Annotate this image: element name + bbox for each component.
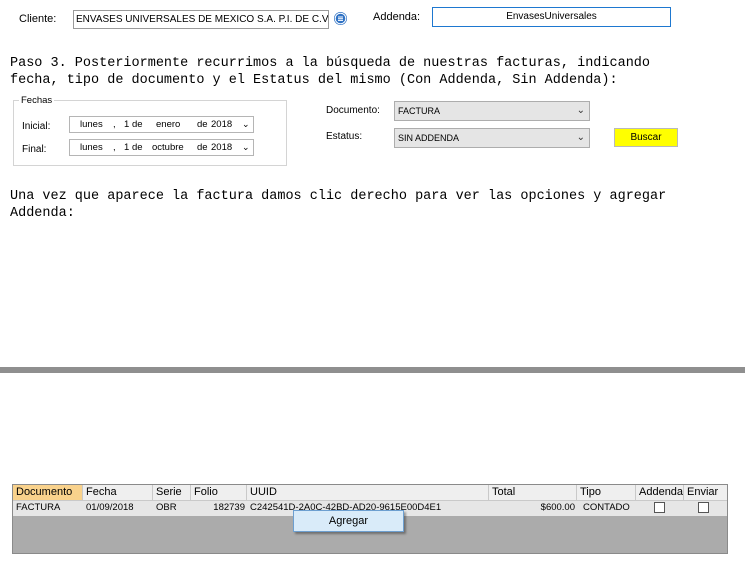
enviar-checkbox[interactable] [698, 502, 709, 513]
documento-select[interactable]: FACTURA ⌄ [394, 101, 590, 121]
inicial-sep: , [113, 119, 116, 130]
after-line1: Una vez que aparece la factura damos cli… [10, 189, 667, 204]
addenda-field[interactable]: EnvasesUniversales [432, 7, 671, 27]
cliente-field[interactable]: ENVASES UNIVERSALES DE MEXICO S.A. P.I. … [73, 10, 329, 29]
cell-serie: OBR [156, 502, 177, 513]
list-icon[interactable] [334, 12, 347, 25]
chevron-down-icon[interactable]: ⌄ [242, 140, 250, 155]
documento-value: FACTURA [398, 106, 441, 116]
chevron-down-icon: ⌄ [576, 132, 585, 143]
list-icon-glyph [334, 12, 347, 25]
final-de1: de [132, 142, 143, 153]
inicial-weekday: lunes [80, 119, 103, 130]
cell-tipo: CONTADO [583, 502, 630, 513]
cell-documento: FACTURA [16, 502, 61, 513]
fechas-legend: Fechas [19, 95, 55, 106]
buscar-button[interactable]: Buscar [614, 128, 678, 147]
inicial-label: Inicial: [22, 121, 51, 132]
inicial-year: 2018 [211, 119, 233, 130]
cliente-label: Cliente: [19, 13, 57, 25]
step3-line1: Paso 3. Posteriormente recurrimos a la b… [10, 56, 651, 71]
col-serie[interactable]: Serie [153, 485, 191, 500]
col-enviar[interactable]: Enviar [684, 485, 727, 500]
col-addenda[interactable]: Addenda [636, 485, 684, 500]
cell-total: $600.00 [540, 502, 575, 513]
final-date-picker[interactable]: lunes , 1 de octubre de 2018 ⌄ [69, 139, 254, 156]
estatus-select[interactable]: SIN ADDENDA ⌄ [394, 128, 590, 148]
addenda-checkbox[interactable] [654, 502, 665, 513]
col-folio[interactable]: Folio [191, 485, 247, 500]
inicial-de2: de [197, 119, 208, 130]
col-fecha[interactable]: Fecha [83, 485, 153, 500]
col-documento[interactable]: Documento [13, 485, 83, 500]
final-year: 2018 [211, 142, 233, 153]
estatus-label: Estatus: [326, 131, 363, 142]
cell-folio: 182739 [213, 502, 245, 513]
section-separator [0, 367, 745, 373]
final-day: 1 [124, 142, 130, 153]
inicial-day: 1 [124, 119, 130, 130]
estatus-value: SIN ADDENDA [398, 133, 460, 143]
col-tipo[interactable]: Tipo [577, 485, 636, 500]
inicial-de1: de [132, 119, 143, 130]
final-weekday: lunes [80, 142, 103, 153]
step3-line2: fecha, tipo de documento y el Estatus de… [10, 73, 618, 88]
chevron-down-icon[interactable]: ⌄ [242, 117, 250, 132]
context-menu-agregar[interactable]: Agregar [293, 510, 404, 532]
final-sep: , [113, 142, 116, 153]
final-de2: de [197, 142, 208, 153]
documento-label: Documento: [326, 105, 380, 116]
addenda-label: Addenda: [373, 11, 421, 23]
cell-fecha: 01/09/2018 [86, 502, 134, 513]
after-line2: Addenda: [10, 206, 75, 221]
col-total[interactable]: Total [489, 485, 577, 500]
final-month: octubre [152, 142, 184, 153]
inicial-date-picker[interactable]: lunes , 1 de enero de 2018 ⌄ [69, 116, 254, 133]
col-uuid[interactable]: UUID [247, 485, 489, 500]
fechas-group [13, 100, 287, 166]
inicial-month: enero [156, 119, 181, 130]
chevron-down-icon: ⌄ [576, 105, 585, 116]
grid-header: Documento Fecha Serie Folio UUID Total T… [13, 485, 727, 501]
final-label: Final: [22, 144, 47, 155]
